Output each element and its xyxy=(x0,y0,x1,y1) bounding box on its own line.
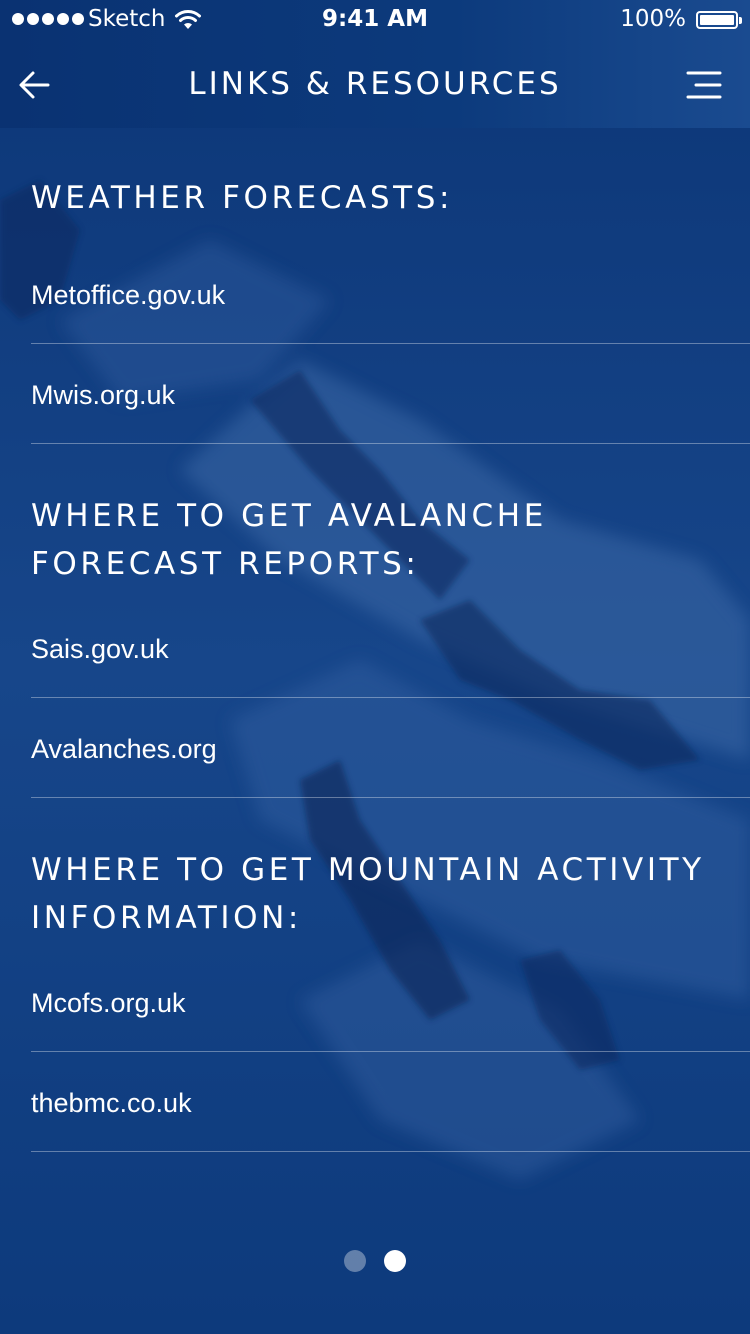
link-label: Avalanches.org xyxy=(31,734,217,764)
section-heading-weather: WEATHER FORECASTS: xyxy=(31,180,454,216)
mountain-activity-links-list: Mcofs.org.uk thebmc.co.uk xyxy=(0,952,750,1152)
link-label: Metoffice.gov.uk xyxy=(31,280,226,310)
page-dot-2-active[interactable] xyxy=(384,1250,406,1272)
page-title: LINKS & RESOURCES xyxy=(188,66,562,102)
link-sais[interactable]: Sais.gov.uk xyxy=(31,598,750,698)
link-metoffice[interactable]: Metoffice.gov.uk xyxy=(31,244,750,344)
page-dot-1[interactable] xyxy=(344,1250,366,1272)
page-indicator xyxy=(0,1250,750,1272)
status-bar: Sketch 9:41 AM 100% xyxy=(0,0,750,40)
avalanche-links-list: Sais.gov.uk Avalanches.org xyxy=(0,598,750,798)
menu-icon[interactable] xyxy=(686,70,722,100)
link-label: Mwis.org.uk xyxy=(31,380,176,410)
link-mcofs[interactable]: Mcofs.org.uk xyxy=(31,952,750,1052)
battery-icon xyxy=(696,11,742,29)
link-label: thebmc.co.uk xyxy=(31,1088,192,1118)
link-label: Mcofs.org.uk xyxy=(31,988,186,1018)
link-label: Sais.gov.uk xyxy=(31,634,169,664)
links-content: WEATHER FORECASTS: Metoffice.gov.uk Mwis… xyxy=(0,128,750,1152)
navigation-bar: LINKS & RESOURCES xyxy=(0,40,750,128)
battery-percentage: 100% xyxy=(620,6,686,32)
link-avalanches[interactable]: Avalanches.org xyxy=(31,698,750,798)
section-heading-avalanche: WHERE TO GET AVALANCHE FORECAST REPORTS: xyxy=(31,498,547,582)
link-thebmc[interactable]: thebmc.co.uk xyxy=(31,1052,750,1152)
weather-links-list: Metoffice.gov.uk Mwis.org.uk xyxy=(0,244,750,444)
section-heading-mountain-activity: WHERE TO GET MOUNTAIN ACTIVITY INFORMATI… xyxy=(31,852,705,936)
link-mwis[interactable]: Mwis.org.uk xyxy=(31,344,750,444)
